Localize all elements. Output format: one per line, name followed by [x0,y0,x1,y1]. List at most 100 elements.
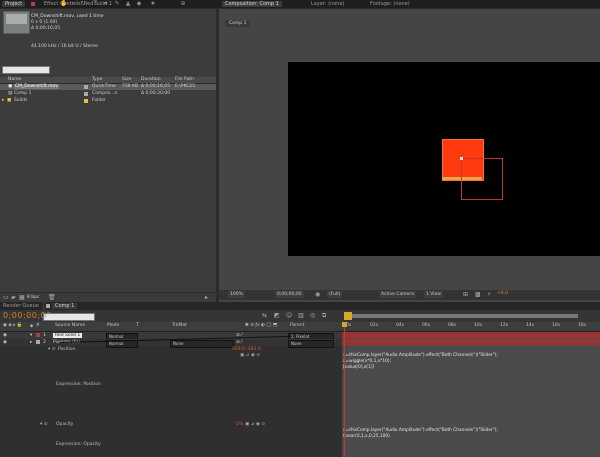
position-expression-text[interactable]: x=thisComp.layer("Audio Amplitude").effe… [343,353,498,371]
tab-layer[interactable]: Layer: (none) [311,1,345,7]
fast-preview-icon[interactable]: ⚡ [487,291,491,298]
position-value[interactable]: 959.0,-483.0 [232,347,261,352]
time-indicator-head[interactable] [342,322,347,327]
camera-dropdown[interactable]: Active Camera [379,291,417,298]
comp-timecode[interactable]: 0;00;00;00 [275,291,304,298]
opacity-expression-text[interactable]: x=thisComp.layer("Audio Amplitude").effe… [343,428,498,440]
new-folder-icon[interactable]: ▰ [11,294,16,301]
layer-1-duration-bar[interactable] [342,332,600,338]
resolution-dropdown[interactable]: (Full) [327,291,343,298]
expression-controls[interactable]: ▣ ⊿ ◉ ⊙ [245,422,265,427]
switches-icons[interactable]: ✱ ⊘ ƒx ◐ ◯ ⬒ [245,323,277,328]
brush-tool-icon[interactable]: ✎ [114,1,120,7]
motion-blur-icon[interactable]: ◎ [310,312,315,319]
expression-controls[interactable]: ▣ ⊿ ◉ ⊙ [240,353,260,358]
av-features-icons[interactable]: ◉ ◈ ▸ 🔒 [3,323,23,328]
label-swatch [36,333,40,337]
col-size[interactable]: Size [122,77,131,82]
tab-effect-controls[interactable]: Effect Controls: Red Solid 1 [44,1,112,7]
interpret-footage-icon[interactable]: ▭ [3,294,9,301]
work-area-start-icon[interactable] [344,312,352,320]
expand-arrow-icon[interactable]: ▸ [2,98,4,103]
views-dropdown[interactable]: 1 View [424,291,443,298]
project-search-input[interactable] [2,66,50,74]
label-swatch [84,92,88,96]
bit-depth[interactable]: 8 bpc [27,295,39,300]
comp-sub-tab[interactable]: Comp 1 [225,20,251,27]
ruler-tick: 06s [422,323,431,328]
axis-tool-icon[interactable]: ⊕ [180,1,186,7]
col-type[interactable]: Type [92,77,102,82]
number-column: # [36,323,40,328]
col-name[interactable]: Name [8,77,21,82]
graph-editor-icon[interactable]: ⧉ [322,312,326,320]
snapshot-icon[interactable]: ◉ [315,291,320,298]
transparency-icon[interactable]: ▩ [475,291,481,298]
ruler-tick: 02s [370,323,379,328]
frame-blending-icon[interactable]: ▥ [298,312,304,319]
puppet-tool-icon[interactable]: ★ [150,1,156,7]
expand-arrow-icon[interactable]: ▸ [30,340,32,345]
project-item[interactable]: ▸ ■ Solids Folder [0,98,216,104]
eraser-tool-icon[interactable]: ◆ [136,1,142,7]
tab-footage[interactable]: Footage: (none) [370,1,410,7]
layer-2-duration-bar[interactable] [342,339,600,345]
project-column-header: Name Type Size Duration File Path [0,77,216,84]
new-comp-icon[interactable]: ▦ [19,294,25,301]
parent-dropdown[interactable]: None [288,340,334,348]
video-toggle-icon[interactable]: ◉ [3,333,7,338]
tab-composition[interactable]: Composition: Comp 1 [222,1,282,7]
shy-layers-icon[interactable]: ☺ [286,312,292,319]
exposure-value[interactable]: +0.0 [497,291,508,296]
position-label: Position [58,347,76,352]
col-file-path[interactable]: File Path [175,77,194,82]
video-toggle-icon[interactable]: ◉ [3,340,7,345]
tab-project[interactable]: Project [2,1,26,7]
zoom-dropdown[interactable]: 100% [228,291,245,298]
tab-comp[interactable]: Comp 1 [52,303,78,309]
col-mode[interactable]: Mode [107,323,119,328]
comp-color-swatch [46,304,50,308]
stamp-tool-icon[interactable]: ▲ [125,1,131,7]
hand-tool-icon[interactable]: ✋ [60,1,67,7]
composition-bottom-bar: 100% 0;00;00;00 ◉ (Full) Active Camera 1… [219,290,600,300]
ruler-tick: 14s [526,323,535,328]
draft-3d-icon[interactable]: ◩ [274,312,280,319]
layer-number: 2 [43,340,46,345]
anchor-point[interactable] [460,157,463,160]
current-time-indicator[interactable] [344,322,345,457]
ruler-tick: 10s [474,323,483,328]
scroll-right-icon[interactable]: ▸ [205,294,208,301]
work-area-bar[interactable] [352,314,578,318]
col-duration[interactable]: Duration [141,77,161,82]
opacity-expand-icon[interactable]: ▾ ⊙ [40,422,47,427]
opacity-value[interactable]: 0% [236,422,243,427]
expand-arrow-icon[interactable]: ▾ [30,333,32,338]
grid-icon[interactable]: ⊞ [463,291,468,298]
project-item[interactable]: ▣ CM_Downshift.mov QuickTime 738 KB Δ 0;… [0,84,216,90]
pen-tool-icon[interactable]: ✒ [103,1,109,7]
trkmat-dropdown[interactable]: None [170,340,234,348]
audio-info: 44.100 kHz / 16 bit U / Stereo [31,44,98,49]
col-source-name[interactable]: Source Name [55,323,85,328]
timeline-search-input[interactable] [43,313,95,321]
switches[interactable]: ⊘ ⁄ [236,340,242,345]
composition-viewer[interactable] [288,62,600,256]
comp-mini-flowchart-icon[interactable]: ⇆ [262,312,267,319]
col-parent[interactable]: Parent [290,323,304,328]
col-trkmat[interactable]: TrkMat [172,323,187,328]
tab-divider [43,302,44,310]
footage-icon: ▣ [8,84,13,89]
trash-icon[interactable]: 🗑 [48,294,56,301]
file-dims: 0 x 0 (1.00) [31,20,58,25]
text-tool-icon[interactable]: T [92,1,98,7]
timeline-controls: 0;00;00;00 ⌕ ⇆ ◩ ☺ ▥ ◎ ⧉ [0,310,600,322]
zoom-tool-icon[interactable]: ⌕ [70,1,76,7]
ruler-tick: 12s [500,323,509,328]
layer-bounding-box[interactable] [461,158,503,200]
tab-render-queue[interactable]: Render Queue [3,303,39,309]
rotate-tool-icon[interactable]: ↻ [80,1,86,7]
position-expand-icon[interactable]: ▾ ⊙ [48,347,55,352]
project-item[interactable]: ▤ Comp 1 Compos...n Δ 0;00;30;00 [0,91,216,97]
layer-name[interactable]: Red Solid 1 [53,333,83,338]
